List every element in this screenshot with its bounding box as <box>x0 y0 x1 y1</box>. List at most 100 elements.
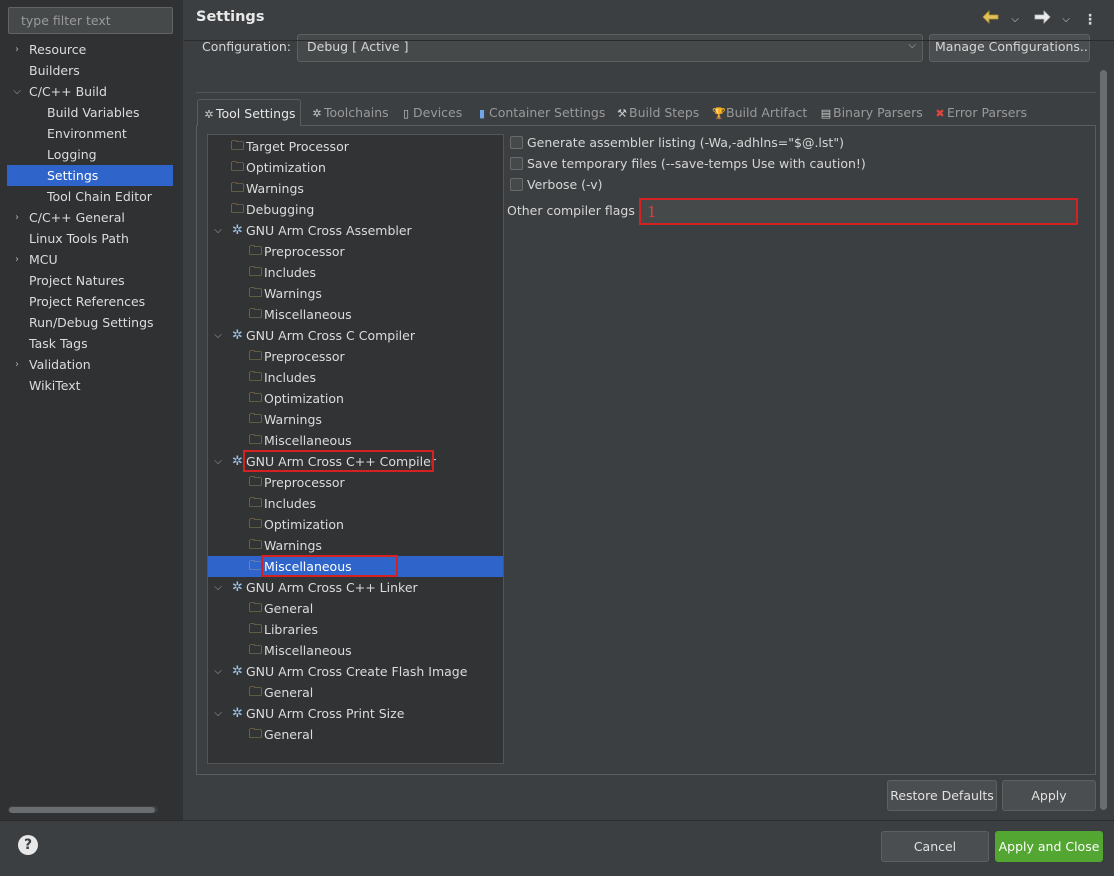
tool-tree-item[interactable]: 🗀 Includes <box>208 367 503 388</box>
save-temps-checkbox[interactable] <box>510 157 523 170</box>
sidebar-item[interactable]: Linux Tools Path <box>7 228 173 249</box>
tool-tree-label: Debugging <box>246 202 315 217</box>
more-vertical-icon[interactable]: ⋮ <box>1082 10 1098 30</box>
sidebar-item[interactable]: › Validation <box>7 354 173 375</box>
tab-label: Tool Settings <box>216 106 296 121</box>
tab-build-artifact[interactable]: 🏆Build Artifact <box>710 99 807 126</box>
sidebar-item[interactable]: Run/Debug Settings <box>7 312 173 333</box>
tool-tree-item[interactable]: ⌵ ✲ GNU Arm Cross Print Size <box>208 703 503 724</box>
chevron-down-icon[interactable]: ⌵ <box>211 703 225 724</box>
chevron-down-icon[interactable]: ⌵ <box>211 451 225 472</box>
sidebar-item[interactable]: Environment <box>7 123 173 144</box>
other-compiler-flags-input[interactable] <box>639 198 1078 225</box>
tool-tree-item[interactable]: ⌵ ✲ GNU Arm Cross C Compiler <box>208 325 503 346</box>
sidebar-item[interactable]: WikiText <box>7 375 173 396</box>
forward-arrow-icon[interactable] <box>1032 10 1052 30</box>
tool-tree-item[interactable]: 🗀 General <box>208 724 503 745</box>
tool-tree-label: General <box>264 601 314 616</box>
tool-tree-item[interactable]: 🗀 Includes <box>208 493 503 514</box>
tab-icon: ▤ <box>820 107 832 120</box>
tool-tree-item[interactable]: 🗀 Preprocessor <box>208 472 503 493</box>
tool-tree-item[interactable]: 🗀 Optimization <box>208 157 503 178</box>
chevron-down-icon[interactable]: ⌵ <box>211 220 225 241</box>
tool-tree-item[interactable]: 🗀 Miscellaneous <box>208 640 503 661</box>
tab-container-settings[interactable]: ▮ Container Settings <box>473 99 605 126</box>
tool-tree-item[interactable]: 🗀 Preprocessor <box>208 241 503 262</box>
tool-tree-item[interactable]: 🗀 Miscellaneous <box>208 430 503 451</box>
sidebar-item[interactable]: › MCU <box>7 249 173 270</box>
sidebar-item[interactable]: › C/C++ General <box>7 207 173 228</box>
tool-tree-item[interactable]: 🗀 Miscellaneous <box>208 556 503 577</box>
tool-tree-label: GNU Arm Cross C++ Linker <box>246 580 418 595</box>
tool-tree-item[interactable]: 🗀 Warnings <box>208 409 503 430</box>
chevron-down-icon[interactable]: ⌵ <box>1059 10 1073 30</box>
tool-tree-item[interactable]: 🗀 Warnings <box>208 283 503 304</box>
tab-build-steps[interactable]: ⚒ Build Steps <box>613 99 699 126</box>
tool-tree-item[interactable]: 🗀 Preprocessor <box>208 346 503 367</box>
tool-tree-item[interactable]: 🗀 Warnings <box>208 178 503 199</box>
tab-label: Build Artifact <box>726 105 808 120</box>
sidebar-scrollbar-thumb[interactable] <box>9 807 155 813</box>
tool-tree-item[interactable]: ⌵ ✲ GNU Arm Cross C++ Linker <box>208 577 503 598</box>
sidebar-item[interactable]: Builders <box>7 60 173 81</box>
tab-label: Binary Parsers <box>833 105 923 120</box>
tool-tree-item[interactable]: ⌵ ✲ GNU Arm Cross Assembler <box>208 220 503 241</box>
sidebar-item-label: MCU <box>29 252 58 267</box>
manage-configurations-button[interactable]: Manage Configurations... <box>929 34 1090 62</box>
chevron-right-icon[interactable]: › <box>10 249 24 270</box>
vertical-scrollbar-thumb[interactable] <box>1100 70 1107 810</box>
sidebar-item[interactable]: ⌵ C/C++ Build <box>7 81 173 102</box>
tool-tree-item[interactable]: 🗀 Debugging <box>208 199 503 220</box>
tool-tree-item[interactable]: 🗀 Includes <box>208 262 503 283</box>
assembler-listing-checkbox[interactable] <box>510 136 523 149</box>
chevron-down-icon[interactable]: ⌵ <box>211 325 225 346</box>
tab-binary-parsers[interactable]: ▤ Binary Parsers <box>817 99 923 126</box>
tab-error-parsers[interactable]: ✖ Error Parsers <box>931 99 1027 126</box>
tab-tool-settings[interactable]: ✲ Tool Settings <box>197 99 301 126</box>
chevron-right-icon[interactable]: › <box>10 39 24 60</box>
sidebar-item[interactable]: Settings <box>7 165 173 186</box>
sidebar-item-label: C/C++ Build <box>29 84 107 99</box>
tab-label: Build Steps <box>629 105 700 120</box>
folder-gear-icon: 🗀 <box>248 538 262 553</box>
sidebar-item[interactable]: Logging <box>7 144 173 165</box>
filter-input[interactable] <box>8 7 173 34</box>
tool-tree-item[interactable]: 🗀 Optimization <box>208 514 503 535</box>
chevron-down-icon[interactable]: ⌵ <box>211 661 225 682</box>
sidebar-item[interactable]: Task Tags <box>7 333 173 354</box>
chevron-down-icon[interactable]: ⌵ <box>10 81 24 102</box>
help-icon[interactable]: ? <box>18 835 38 855</box>
folder-gear-icon: 🗀 <box>230 181 244 196</box>
tab-icon: ▯ <box>402 107 410 120</box>
apply-button[interactable]: Apply <box>1002 780 1096 811</box>
tab-toolchains[interactable]: ✲ Toolchains <box>308 99 388 126</box>
sidebar-item[interactable]: › Resource <box>7 39 173 60</box>
sidebar-item-label: Builders <box>29 63 80 78</box>
configuration-select[interactable]: Debug [ Active ] ⌵ <box>297 34 923 62</box>
tool-tree-item[interactable]: 🗀 Warnings <box>208 535 503 556</box>
chevron-down-icon[interactable]: ⌵ <box>211 577 225 598</box>
restore-defaults-button[interactable]: Restore Defaults <box>887 780 997 811</box>
chevron-down-icon[interactable]: ⌵ <box>1008 10 1022 30</box>
tool-tree-item[interactable]: 🗀 General <box>208 682 503 703</box>
sidebar-item[interactable]: Build Variables <box>7 102 173 123</box>
sidebar-item[interactable]: Tool Chain Editor <box>7 186 173 207</box>
tool-tree-item[interactable]: 🗀 Target Processor <box>208 136 503 157</box>
sidebar-item[interactable]: Project Natures <box>7 270 173 291</box>
verbose-checkbox[interactable] <box>510 178 523 191</box>
sidebar-item[interactable]: Project References <box>7 291 173 312</box>
tool-tree-item[interactable]: 🗀 General <box>208 598 503 619</box>
tool-tree-item[interactable]: 🗀 Miscellaneous <box>208 304 503 325</box>
chevron-right-icon[interactable]: › <box>10 354 24 375</box>
back-arrow-icon[interactable] <box>981 10 1001 30</box>
tab-devices[interactable]: ▯ Devices <box>397 99 462 126</box>
tool-tree-item[interactable]: ⌵ ✲ GNU Arm Cross Create Flash Image <box>208 661 503 682</box>
tool-tree-item[interactable]: 🗀 Optimization <box>208 388 503 409</box>
chevron-right-icon[interactable]: › <box>10 207 24 228</box>
tool-tree-item[interactable]: ⌵ ✲ GNU Arm Cross C++ Compiler <box>208 451 503 472</box>
cancel-button[interactable]: Cancel <box>881 831 989 862</box>
apply-and-close-button[interactable]: Apply and Close <box>995 831 1103 862</box>
tool-tree-item[interactable]: 🗀 Libraries <box>208 619 503 640</box>
sidebar-item-label: Resource <box>29 42 87 57</box>
folder-gear-icon: 🗀 <box>248 727 262 742</box>
